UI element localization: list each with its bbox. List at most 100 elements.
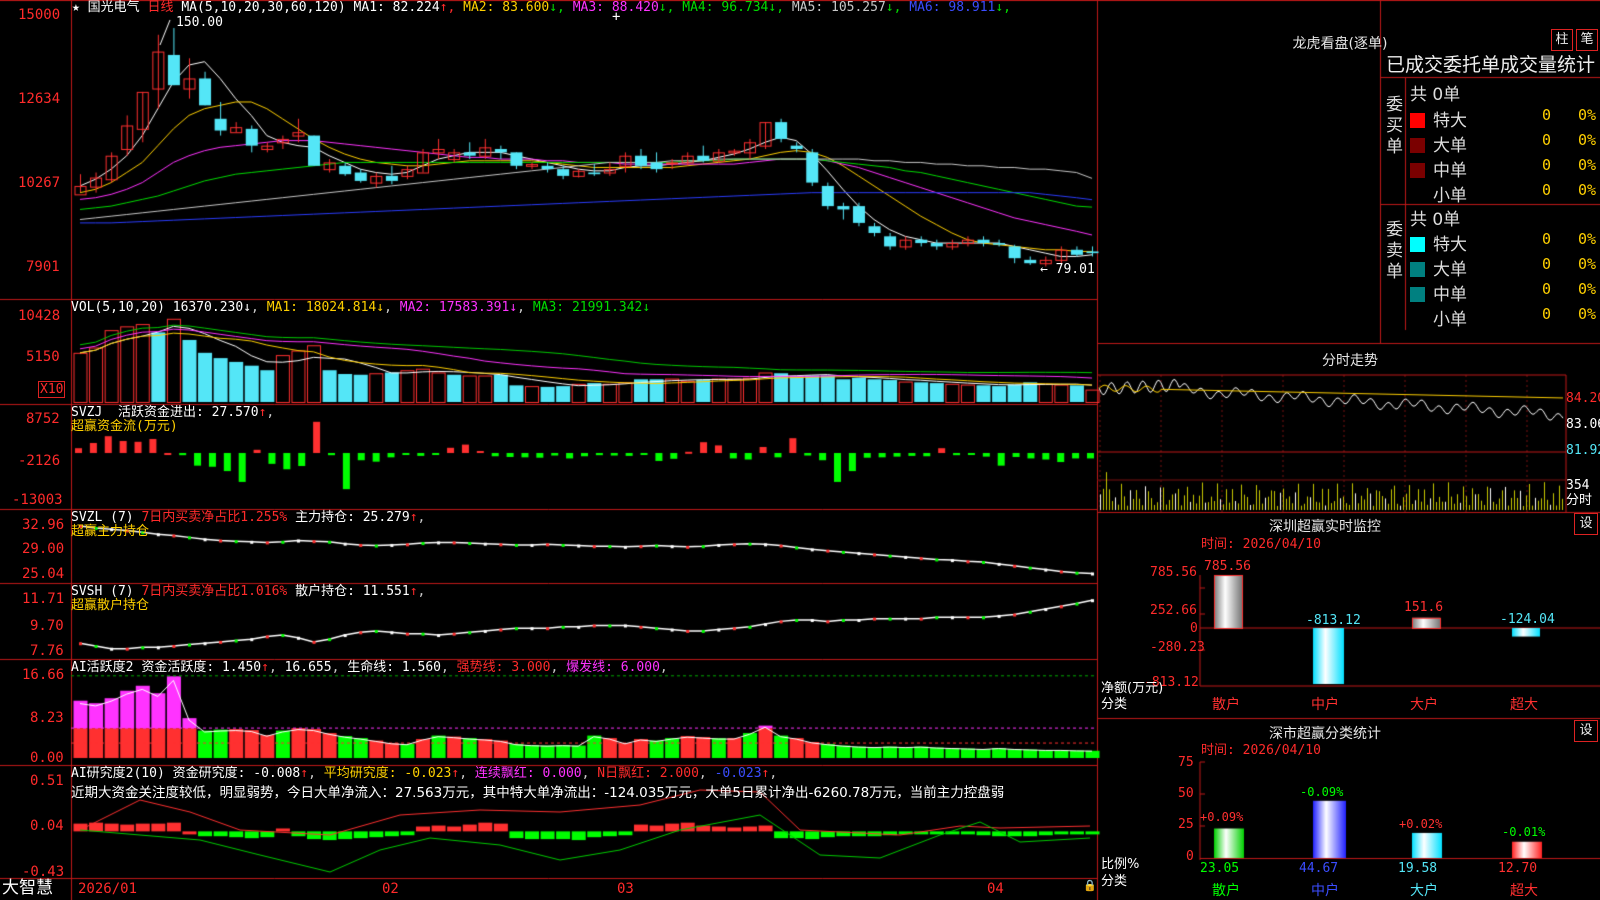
sz-axis-label: 785.56: [1150, 565, 1197, 580]
sz-axis-label: 252.66: [1150, 603, 1197, 618]
sz-bar-value: 151.6: [1404, 600, 1444, 615]
ai-activity-axis-label: 8.23: [30, 710, 64, 726]
ai-activity-header: AI活跃度2 资金活跃度: 1.450↑, 16.655, 生命线: 1.560…: [71, 660, 668, 675]
ma-params: MA(5,10,20,30,60,120): [181, 0, 346, 15]
minute-unit-label: 分时: [1566, 493, 1593, 508]
cat-y-label: 比例%: [1101, 857, 1140, 872]
cat-value-label: 44.67: [1299, 861, 1339, 876]
order-row: 小单: [1433, 310, 1467, 330]
sz-x-label: 分类: [1101, 697, 1128, 712]
svzl-header: SVZL (7) 7日内买卖净占比1.255% 主力持仓: 25.279↑,: [71, 510, 426, 525]
order-row: 小单: [1433, 186, 1467, 206]
cat-value-label: 12.70: [1498, 861, 1538, 876]
svzl-axis-label: 32.96: [22, 517, 65, 533]
order-count: 0: [1542, 280, 1552, 298]
svsh-axis-label: 9.70: [30, 618, 64, 634]
order-row: 中单: [1410, 156, 1467, 181]
lock-icon[interactable]: 🔒: [1083, 880, 1097, 891]
x-axis-label: 04: [987, 881, 1004, 897]
vol-header: VOL(5,10,20) 16370.230↓, MA1: 18024.814↓…: [71, 300, 651, 315]
ai-activity-axis-label: 16.66: [22, 667, 65, 683]
order-row: 大单: [1410, 131, 1467, 156]
minute-axis-label: 84.20: [1566, 391, 1600, 406]
cat-value-label: 23.05: [1200, 861, 1240, 876]
lhb-title: 龙虎看盘(逐单): [1292, 36, 1388, 52]
sz-bar-value: 785.56: [1204, 559, 1251, 574]
chart-canvas[interactable]: [0, 0, 1600, 900]
ma-legend-item: MA4: 96.734: [674, 0, 769, 15]
sz-axis-label: 0: [1190, 621, 1198, 636]
order-row: 中单: [1410, 280, 1467, 305]
stock-name[interactable]: 国光电气: [88, 0, 140, 15]
sz-category-label: 中户: [1311, 697, 1339, 713]
ai-research-axis-label: 0.51: [30, 773, 64, 789]
sz-monitor-title: 深圳超赢实时监控: [1269, 519, 1381, 535]
price-axis-label: 12634: [18, 91, 61, 107]
svzj-subtitle: 超赢资金流(万元): [71, 419, 178, 434]
vol-unit-badge[interactable]: X10: [38, 381, 66, 398]
sell-total: 共 0单: [1410, 210, 1461, 230]
svzj-axis-label: 8752: [26, 411, 60, 427]
price-axis-label: 7901: [26, 259, 60, 275]
cat-category-label: 中户: [1311, 883, 1339, 899]
cat-change-label: +0.02%: [1399, 817, 1443, 831]
order-percent: 0%: [1578, 255, 1597, 273]
order-row: 大单: [1410, 255, 1467, 280]
ma-legend-item: MA6: 98.911: [901, 0, 996, 15]
svsh-subtitle: 超赢散户持仓: [71, 598, 150, 613]
cat-change-label: -0.09%: [1300, 785, 1344, 799]
svsh-axis-label: 11.71: [22, 591, 65, 607]
cat-axis-label: 0: [1186, 849, 1194, 864]
order-count: 0: [1542, 230, 1552, 248]
svzj-axis-label: -13003: [12, 492, 63, 508]
sz-bar-value: -124.04: [1500, 612, 1555, 627]
cat-settings-button[interactable]: 设: [1574, 720, 1598, 742]
ma-legend: MA1: 82.224↑, MA2: 83.600↓, MA3: 88.420↓…: [353, 0, 1012, 15]
brand-logo[interactable]: 大智慧: [2, 880, 53, 897]
order-count: 0: [1542, 156, 1552, 174]
bar-view-button[interactable]: 柱: [1551, 29, 1573, 51]
svzj-axis-label: -2126: [18, 453, 61, 469]
crosshair-cursor-icon: +: [612, 9, 621, 25]
ma-legend-item: MA2: 83.600: [455, 0, 550, 15]
x-axis-label: 2026/01: [78, 881, 138, 897]
sz-y-label: 净额(万元): [1101, 681, 1164, 696]
favorite-star-icon[interactable]: ★: [72, 0, 80, 15]
order-percent: 0%: [1578, 230, 1597, 248]
high-price-marker: 150.00: [176, 15, 223, 30]
sz-monitor-time: 时间: 2026/04/10: [1201, 537, 1321, 552]
ai-activity-axis-label: 0.00: [30, 750, 64, 766]
cat-change-label: +0.09%: [1200, 810, 1244, 824]
sz-category-label: 超大: [1510, 697, 1538, 713]
ma-legend-item: MA1: 82.224: [353, 0, 440, 15]
order-row: 特大: [1410, 230, 1467, 255]
svzl-subtitle: 超赢主力持仓: [71, 524, 150, 539]
vol-axis-label: 5150: [26, 349, 60, 365]
cat-category-label: 超大: [1510, 883, 1538, 899]
period-label[interactable]: 日线: [148, 0, 174, 15]
ma-legend-item: MA5: 105.257: [784, 0, 886, 15]
minute-chart-title: 分时走势: [1322, 353, 1378, 369]
ai-research-comment: 近期大资金关注度较低，明显弱势，今日大单净流入：27.563万元，其中特大单净流…: [71, 785, 1005, 801]
ai-research-header: AI研究度2(10) 资金研究度: -0.008↑, 平均研究度: -0.023…: [71, 766, 778, 781]
low-price-marker: ← 79.01: [1040, 262, 1095, 277]
order-count: 0: [1542, 106, 1552, 124]
sz-settings-button[interactable]: 设: [1574, 513, 1598, 535]
cat-category-label: 大户: [1410, 883, 1438, 899]
sz-category-label: 散户: [1212, 697, 1240, 713]
order-count: 0: [1542, 181, 1552, 199]
minute-volume-label: 354: [1566, 478, 1590, 493]
order-count: 0: [1542, 131, 1552, 149]
sell-orders-label: 委卖单: [1386, 220, 1403, 282]
order-percent: 0%: [1578, 131, 1597, 149]
sz-axis-label: -280.23: [1150, 640, 1205, 655]
order-percent: 0%: [1578, 156, 1597, 174]
sz-bar-value: -813.12: [1306, 613, 1361, 628]
sz-category-label: 大户: [1410, 697, 1438, 713]
cat-stats-time: 时间: 2026/04/10: [1201, 743, 1321, 758]
svzj-header: SVZJ 活跃资金进出: 27.570↑,: [71, 405, 275, 420]
tick-view-button[interactable]: 笔: [1576, 29, 1598, 51]
order-percent: 0%: [1578, 181, 1597, 199]
vol-axis-label: 10428: [18, 308, 61, 324]
buy-total: 共 0单: [1410, 85, 1461, 105]
